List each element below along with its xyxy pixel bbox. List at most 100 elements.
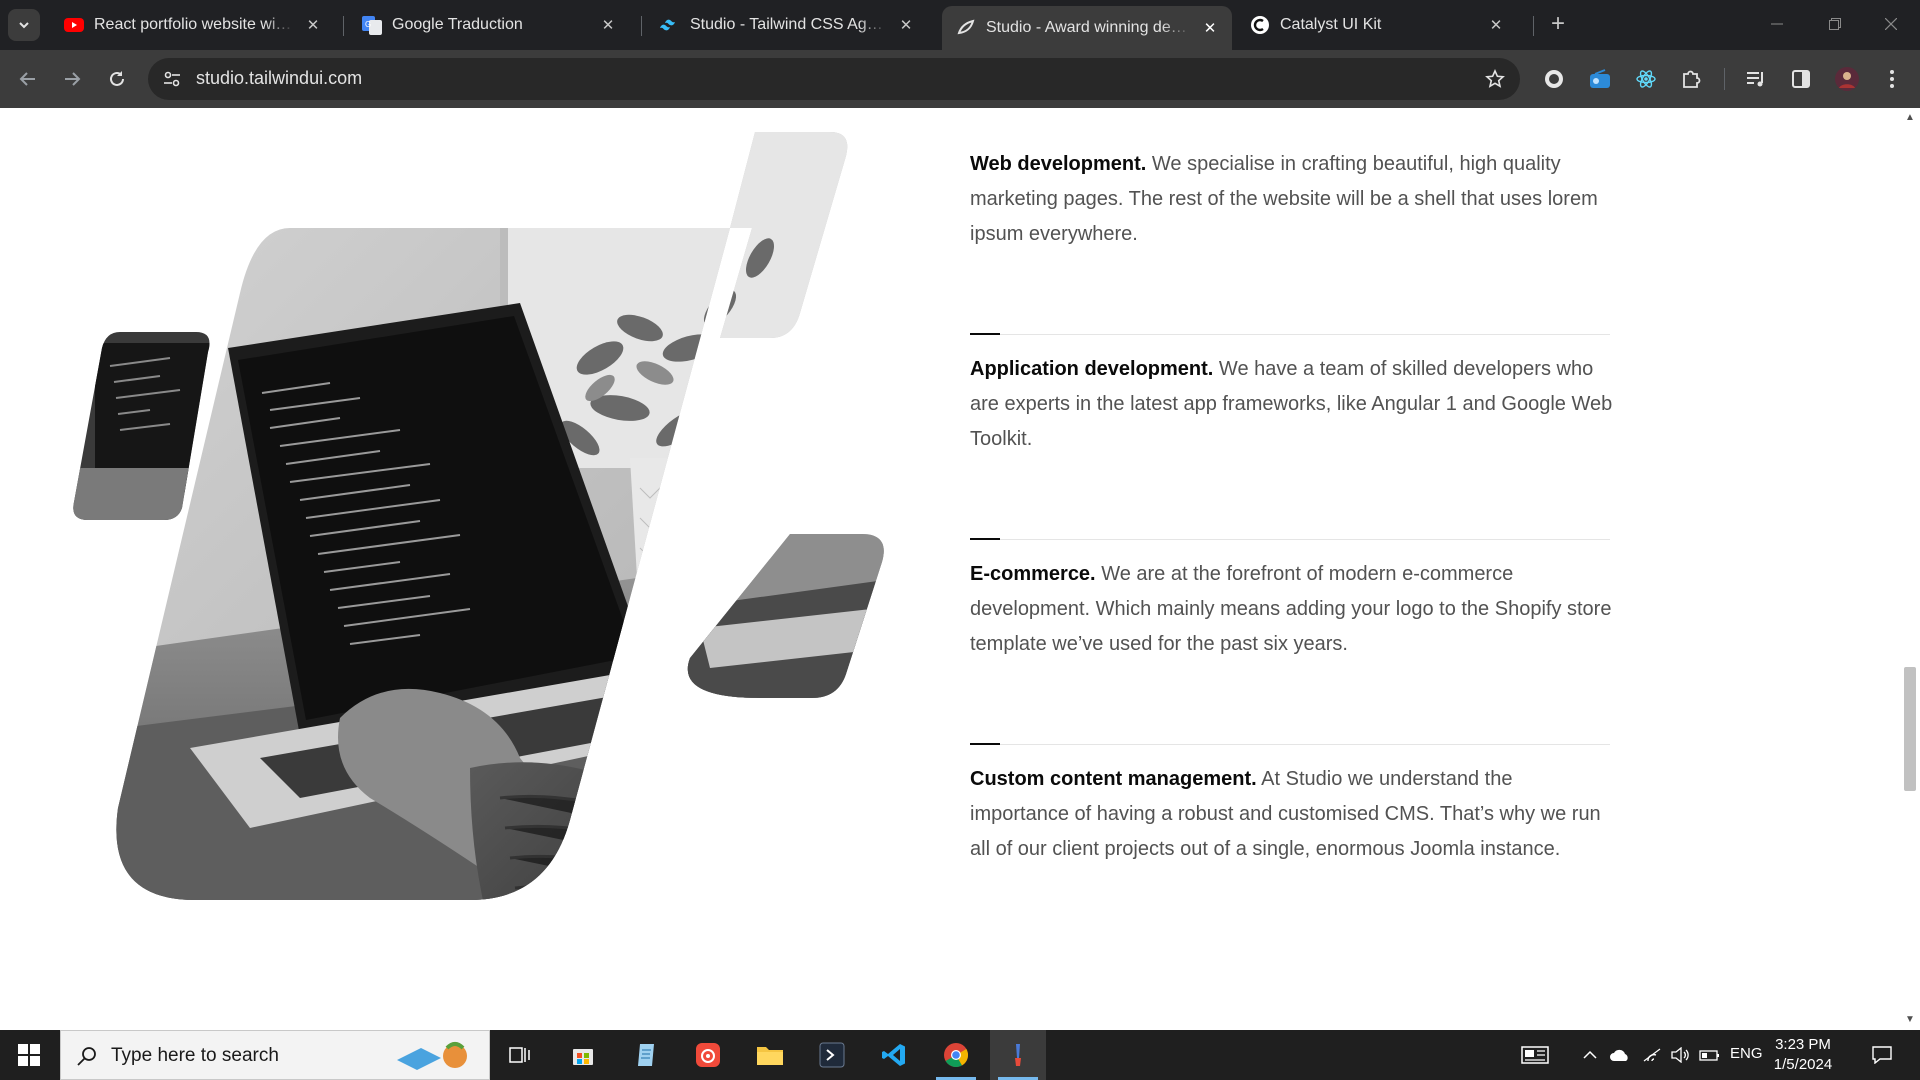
news-widget-icon[interactable] bbox=[1518, 1030, 1552, 1080]
hero-photo-main bbox=[116, 132, 884, 900]
onedrive-icon[interactable] bbox=[1606, 1030, 1634, 1080]
tab-studio-active[interactable]: Studio - Award winning develop ✕ bbox=[942, 6, 1232, 50]
taskbar-app-vscode[interactable] bbox=[866, 1030, 922, 1080]
clock-time: 3:23 PM bbox=[1775, 1036, 1831, 1053]
close-icon[interactable]: ✕ bbox=[1200, 18, 1220, 38]
side-panel-icon[interactable] bbox=[1785, 63, 1817, 95]
scroll-down-arrow-icon[interactable]: ▼ bbox=[1904, 1014, 1916, 1026]
service-title: Web development. bbox=[970, 153, 1147, 175]
minimize-icon bbox=[1771, 23, 1783, 25]
new-tab-button[interactable]: + bbox=[1544, 11, 1572, 39]
close-icon[interactable]: ✕ bbox=[896, 15, 916, 35]
tab-title: React portfolio website with ani bbox=[94, 16, 295, 33]
google-translate-icon: G bbox=[362, 15, 382, 35]
app-pen-icon bbox=[1015, 1044, 1021, 1066]
tab-google-translate[interactable]: G Google Traduction ✕ bbox=[348, 8, 630, 42]
browser-menu-button[interactable] bbox=[1876, 63, 1908, 95]
start-button[interactable] bbox=[0, 1030, 58, 1080]
close-icon[interactable]: ✕ bbox=[1486, 15, 1506, 35]
youtube-icon bbox=[64, 15, 84, 35]
tab-youtube[interactable]: React portfolio website with ani ✕ bbox=[50, 8, 335, 42]
extension-radio-icon[interactable] bbox=[1584, 63, 1616, 95]
taskbar-app-file-explorer[interactable] bbox=[742, 1030, 798, 1080]
task-view-icon bbox=[509, 1047, 530, 1063]
battery-icon[interactable] bbox=[1696, 1030, 1724, 1080]
tab-title: Catalyst UI Kit bbox=[1280, 16, 1382, 33]
close-window-button[interactable] bbox=[1862, 0, 1920, 48]
service-custom-content-management: Custom content management. At Studio we … bbox=[970, 762, 1615, 867]
scrollbar-thumb[interactable] bbox=[1904, 667, 1916, 791]
page-scrollbar[interactable]: ▲ ▼ bbox=[1900, 108, 1920, 1030]
profile-avatar[interactable] bbox=[1831, 63, 1863, 95]
taskbar-app-chrome[interactable] bbox=[928, 1030, 984, 1080]
back-button[interactable] bbox=[10, 61, 46, 97]
url-text[interactable]: studio.tailwindui.com bbox=[196, 68, 362, 89]
taskbar-search-box[interactable]: Type here to search bbox=[60, 1030, 490, 1080]
tab-separator bbox=[343, 16, 344, 36]
tailwind-icon bbox=[660, 15, 680, 35]
more-vertical-icon bbox=[1890, 70, 1894, 88]
folder-icon bbox=[757, 1047, 783, 1065]
service-application-development: Application development. We have a team … bbox=[970, 352, 1615, 457]
chevron-down-icon bbox=[19, 22, 29, 29]
tab-title: Studio - Tailwind CSS Agency Te bbox=[690, 16, 888, 33]
close-icon bbox=[1885, 18, 1897, 30]
screenshot-tool-icon bbox=[696, 1043, 720, 1067]
wifi-icon[interactable] bbox=[1638, 1030, 1666, 1080]
divider-accent bbox=[970, 333, 1000, 335]
service-title: Application development. bbox=[970, 358, 1214, 380]
browser-toolbar: studio.tailwindui.com bbox=[0, 50, 1920, 108]
tab-catalyst[interactable]: Catalyst UI Kit ✕ bbox=[1236, 8, 1518, 42]
tab-search-button[interactable] bbox=[8, 9, 40, 41]
system-clock[interactable]: 3:23 PM 1/5/2024 bbox=[1768, 1035, 1838, 1075]
tab-tailwind-agency[interactable]: Studio - Tailwind CSS Agency Te ✕ bbox=[646, 8, 928, 42]
windows-logo-icon bbox=[18, 1044, 40, 1066]
microsoft-store-icon bbox=[573, 1049, 593, 1065]
service-title: Custom content management. bbox=[970, 768, 1257, 790]
taskbar-app-store[interactable] bbox=[555, 1030, 611, 1080]
search-icon bbox=[77, 1047, 96, 1066]
terminal-app-icon bbox=[819, 1042, 845, 1068]
search-placeholder: Type here to search bbox=[111, 1045, 279, 1066]
service-e-commerce: E-commerce. We are at the forefront of m… bbox=[970, 557, 1615, 662]
reload-button[interactable] bbox=[99, 61, 135, 97]
service-title: E-commerce. bbox=[970, 563, 1096, 585]
browser-tab-strip: React portfolio website with ani ✕ G Goo… bbox=[0, 0, 1920, 50]
tab-separator bbox=[641, 16, 642, 36]
taskbar-app-postman[interactable] bbox=[990, 1030, 1046, 1080]
extension-grammar-icon[interactable] bbox=[1538, 63, 1570, 95]
forward-button[interactable] bbox=[54, 61, 90, 97]
address-bar[interactable]: studio.tailwindui.com bbox=[148, 58, 1520, 100]
service-divider bbox=[970, 743, 1610, 745]
clock-date: 1/5/2024 bbox=[1773, 1056, 1833, 1073]
restore-button[interactable] bbox=[1806, 0, 1864, 48]
reload-icon bbox=[110, 71, 124, 86]
site-info-icon[interactable] bbox=[160, 67, 184, 91]
taskbar-app-dev-tool[interactable] bbox=[804, 1030, 860, 1080]
notifications-icon[interactable] bbox=[1864, 1030, 1900, 1080]
chevron-up-icon[interactable] bbox=[1578, 1030, 1602, 1080]
close-icon[interactable]: ✕ bbox=[303, 15, 323, 35]
scroll-up-arrow-icon[interactable]: ▲ bbox=[1904, 112, 1916, 124]
close-icon[interactable]: ✕ bbox=[598, 15, 618, 35]
studio-icon bbox=[956, 18, 976, 38]
extensions-puzzle-icon[interactable] bbox=[1675, 63, 1707, 95]
task-view-button[interactable] bbox=[492, 1030, 548, 1080]
bookmark-star-icon[interactable] bbox=[1482, 66, 1508, 92]
chrome-icon bbox=[944, 1043, 969, 1068]
divider-accent bbox=[970, 538, 1000, 540]
react-devtools-icon[interactable] bbox=[1630, 63, 1662, 95]
language-indicator[interactable]: ENG bbox=[1730, 1045, 1763, 1062]
catalyst-icon bbox=[1250, 15, 1270, 35]
taskbar-app-notepad[interactable] bbox=[618, 1030, 674, 1080]
minimize-button[interactable] bbox=[1748, 0, 1806, 48]
taskbar-app-screenshot[interactable] bbox=[680, 1030, 736, 1080]
tab-title: Studio - Award winning develop bbox=[986, 19, 1192, 36]
media-controls-icon[interactable] bbox=[1740, 63, 1772, 95]
search-highlight-illustration-icon bbox=[397, 1042, 467, 1070]
volume-icon[interactable] bbox=[1666, 1030, 1694, 1080]
arrow-left-icon bbox=[19, 72, 35, 86]
svg-text:G: G bbox=[365, 20, 371, 29]
tab-title: Google Traduction bbox=[392, 16, 523, 33]
restore-icon bbox=[1829, 18, 1841, 30]
